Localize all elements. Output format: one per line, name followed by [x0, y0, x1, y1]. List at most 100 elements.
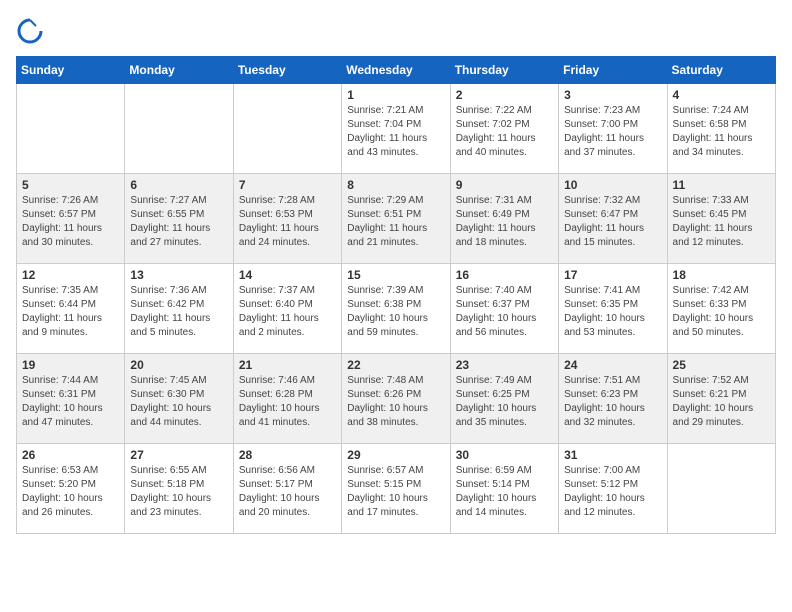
- day-number: 23: [456, 358, 553, 372]
- calendar-cell: 12 Sunrise: 7:35 AM Sunset: 6:44 PM Dayli…: [17, 264, 125, 354]
- weekday-header: Monday: [125, 57, 233, 84]
- day-number: 20: [130, 358, 227, 372]
- calendar-week-row: 5Sunrise: 7:26 AM Sunset: 6:57 PM Daylig…: [17, 174, 776, 264]
- day-number: 30: [456, 448, 553, 462]
- calendar-week-row: 19 Sunrise: 7:44 AM Sunset: 6:31 PM Dayli…: [17, 354, 776, 444]
- day-number: 8: [347, 178, 444, 192]
- day-number: 26: [22, 448, 119, 462]
- calendar-cell: 22 Sunrise: 7:48 AM Sunset: 6:26 PM Dayli…: [342, 354, 450, 444]
- weekday-header: Thursday: [450, 57, 558, 84]
- calendar-cell: 26 Sunrise: 6:53 AM Sunset: 5:20 PM Dayli…: [17, 444, 125, 534]
- calendar-cell: 1Sunrise: 7:21 AM Sunset: 7:04 PM Daylig…: [342, 84, 450, 174]
- calendar-cell: 9 Sunrise: 7:31 AM Sunset: 6:49 PM Daylig…: [450, 174, 558, 264]
- weekday-header: Tuesday: [233, 57, 341, 84]
- day-info: Sunrise: 7:24 AM Sunset: 6:58 PM Dayligh…: [673, 104, 770, 160]
- calendar-cell: 23 Sunrise: 7:49 AM Sunset: 6:25 PM Dayli…: [450, 354, 558, 444]
- calendar-cell: 13 Sunrise: 7:36 AM Sunset: 6:42 PM Dayli…: [125, 264, 233, 354]
- day-number: 19: [22, 358, 119, 372]
- logo-icon: [16, 16, 44, 44]
- calendar-week-row: 12 Sunrise: 7:35 AM Sunset: 6:44 PM Dayli…: [17, 264, 776, 354]
- day-number: 25: [673, 358, 770, 372]
- calendar-cell: [233, 84, 341, 174]
- day-number: 22: [347, 358, 444, 372]
- day-info: Sunrise: 7:32 AM Sunset: 6:47 PM Dayligh…: [564, 194, 661, 250]
- calendar-table: SundayMondayTuesdayWednesdayThursdayFrid…: [16, 56, 776, 534]
- day-info: Sunrise: 7:48 AM Sunset: 6:26 PM Dayligh…: [347, 374, 444, 430]
- day-info: Sunrise: 7:00 AM Sunset: 5:12 PM Dayligh…: [564, 464, 661, 520]
- day-number: 9: [456, 178, 553, 192]
- day-number: 11: [673, 178, 770, 192]
- calendar-cell: 30 Sunrise: 6:59 AM Sunset: 5:14 PM Dayli…: [450, 444, 558, 534]
- calendar-cell: 8 Sunrise: 7:29 AM Sunset: 6:51 PM Daylig…: [342, 174, 450, 264]
- calendar-cell: [125, 84, 233, 174]
- day-info: Sunrise: 7:31 AM Sunset: 6:49 PM Dayligh…: [456, 194, 553, 250]
- day-info: Sunrise: 7:23 AM Sunset: 7:00 PM Dayligh…: [564, 104, 661, 160]
- day-info: Sunrise: 7:36 AM Sunset: 6:42 PM Dayligh…: [130, 284, 227, 340]
- day-info: Sunrise: 7:49 AM Sunset: 6:25 PM Dayligh…: [456, 374, 553, 430]
- calendar-week-row: 26 Sunrise: 6:53 AM Sunset: 5:20 PM Dayli…: [17, 444, 776, 534]
- calendar-cell: 18 Sunrise: 7:42 AM Sunset: 6:33 PM Dayli…: [667, 264, 775, 354]
- day-info: Sunrise: 7:27 AM Sunset: 6:55 PM Dayligh…: [130, 194, 227, 250]
- day-info: Sunrise: 6:56 AM Sunset: 5:17 PM Dayligh…: [239, 464, 336, 520]
- calendar-cell: 2 Sunrise: 7:22 AM Sunset: 7:02 PM Daylig…: [450, 84, 558, 174]
- calendar-cell: 28 Sunrise: 6:56 AM Sunset: 5:17 PM Dayli…: [233, 444, 341, 534]
- day-number: 17: [564, 268, 661, 282]
- day-info: Sunrise: 6:55 AM Sunset: 5:18 PM Dayligh…: [130, 464, 227, 520]
- day-info: Sunrise: 7:28 AM Sunset: 6:53 PM Dayligh…: [239, 194, 336, 250]
- weekday-header: Saturday: [667, 57, 775, 84]
- day-number: 28: [239, 448, 336, 462]
- weekday-header: Sunday: [17, 57, 125, 84]
- calendar-cell: [17, 84, 125, 174]
- calendar-cell: 27 Sunrise: 6:55 AM Sunset: 5:18 PM Dayli…: [125, 444, 233, 534]
- day-info: Sunrise: 6:59 AM Sunset: 5:14 PM Dayligh…: [456, 464, 553, 520]
- page-header: [16, 16, 776, 44]
- logo: [16, 16, 48, 44]
- day-number: 2: [456, 88, 553, 102]
- day-info: Sunrise: 7:29 AM Sunset: 6:51 PM Dayligh…: [347, 194, 444, 250]
- day-number: 15: [347, 268, 444, 282]
- day-info: Sunrise: 7:40 AM Sunset: 6:37 PM Dayligh…: [456, 284, 553, 340]
- day-info: Sunrise: 7:45 AM Sunset: 6:30 PM Dayligh…: [130, 374, 227, 430]
- calendar-cell: 3 Sunrise: 7:23 AM Sunset: 7:00 PM Daylig…: [559, 84, 667, 174]
- calendar-cell: 14 Sunrise: 7:37 AM Sunset: 6:40 PM Dayli…: [233, 264, 341, 354]
- calendar-cell: [667, 444, 775, 534]
- calendar-cell: 15Sunrise: 7:39 AM Sunset: 6:38 PM Dayli…: [342, 264, 450, 354]
- day-info: Sunrise: 7:37 AM Sunset: 6:40 PM Dayligh…: [239, 284, 336, 340]
- calendar-cell: 21Sunrise: 7:46 AM Sunset: 6:28 PM Dayli…: [233, 354, 341, 444]
- calendar-cell: 7 Sunrise: 7:28 AM Sunset: 6:53 PM Daylig…: [233, 174, 341, 264]
- day-info: Sunrise: 7:51 AM Sunset: 6:23 PM Dayligh…: [564, 374, 661, 430]
- day-number: 13: [130, 268, 227, 282]
- calendar-cell: 5Sunrise: 7:26 AM Sunset: 6:57 PM Daylig…: [17, 174, 125, 264]
- day-number: 5: [22, 178, 119, 192]
- day-number: 27: [130, 448, 227, 462]
- day-info: Sunrise: 7:46 AM Sunset: 6:28 PM Dayligh…: [239, 374, 336, 430]
- calendar-cell: 31Sunrise: 7:00 AM Sunset: 5:12 PM Dayli…: [559, 444, 667, 534]
- day-info: Sunrise: 6:57 AM Sunset: 5:15 PM Dayligh…: [347, 464, 444, 520]
- calendar-cell: 29Sunrise: 6:57 AM Sunset: 5:15 PM Dayli…: [342, 444, 450, 534]
- day-info: Sunrise: 7:42 AM Sunset: 6:33 PM Dayligh…: [673, 284, 770, 340]
- day-number: 6: [130, 178, 227, 192]
- calendar-cell: 4 Sunrise: 7:24 AM Sunset: 6:58 PM Daylig…: [667, 84, 775, 174]
- day-number: 14: [239, 268, 336, 282]
- calendar-header-row: SundayMondayTuesdayWednesdayThursdayFrid…: [17, 57, 776, 84]
- day-number: 12: [22, 268, 119, 282]
- day-number: 10: [564, 178, 661, 192]
- day-info: Sunrise: 7:41 AM Sunset: 6:35 PM Dayligh…: [564, 284, 661, 340]
- day-number: 16: [456, 268, 553, 282]
- day-number: 18: [673, 268, 770, 282]
- calendar-cell: 11Sunrise: 7:33 AM Sunset: 6:45 PM Dayli…: [667, 174, 775, 264]
- day-number: 7: [239, 178, 336, 192]
- calendar-cell: 10 Sunrise: 7:32 AM Sunset: 6:47 PM Dayli…: [559, 174, 667, 264]
- day-info: Sunrise: 7:22 AM Sunset: 7:02 PM Dayligh…: [456, 104, 553, 160]
- calendar-cell: 16 Sunrise: 7:40 AM Sunset: 6:37 PM Dayli…: [450, 264, 558, 354]
- day-number: 4: [673, 88, 770, 102]
- calendar-cell: 19 Sunrise: 7:44 AM Sunset: 6:31 PM Dayli…: [17, 354, 125, 444]
- day-info: Sunrise: 6:53 AM Sunset: 5:20 PM Dayligh…: [22, 464, 119, 520]
- day-info: Sunrise: 7:35 AM Sunset: 6:44 PM Dayligh…: [22, 284, 119, 340]
- calendar-cell: 6 Sunrise: 7:27 AM Sunset: 6:55 PM Daylig…: [125, 174, 233, 264]
- day-number: 3: [564, 88, 661, 102]
- weekday-header: Friday: [559, 57, 667, 84]
- day-info: Sunrise: 7:21 AM Sunset: 7:04 PM Dayligh…: [347, 104, 444, 160]
- day-info: Sunrise: 7:44 AM Sunset: 6:31 PM Dayligh…: [22, 374, 119, 430]
- weekday-header: Wednesday: [342, 57, 450, 84]
